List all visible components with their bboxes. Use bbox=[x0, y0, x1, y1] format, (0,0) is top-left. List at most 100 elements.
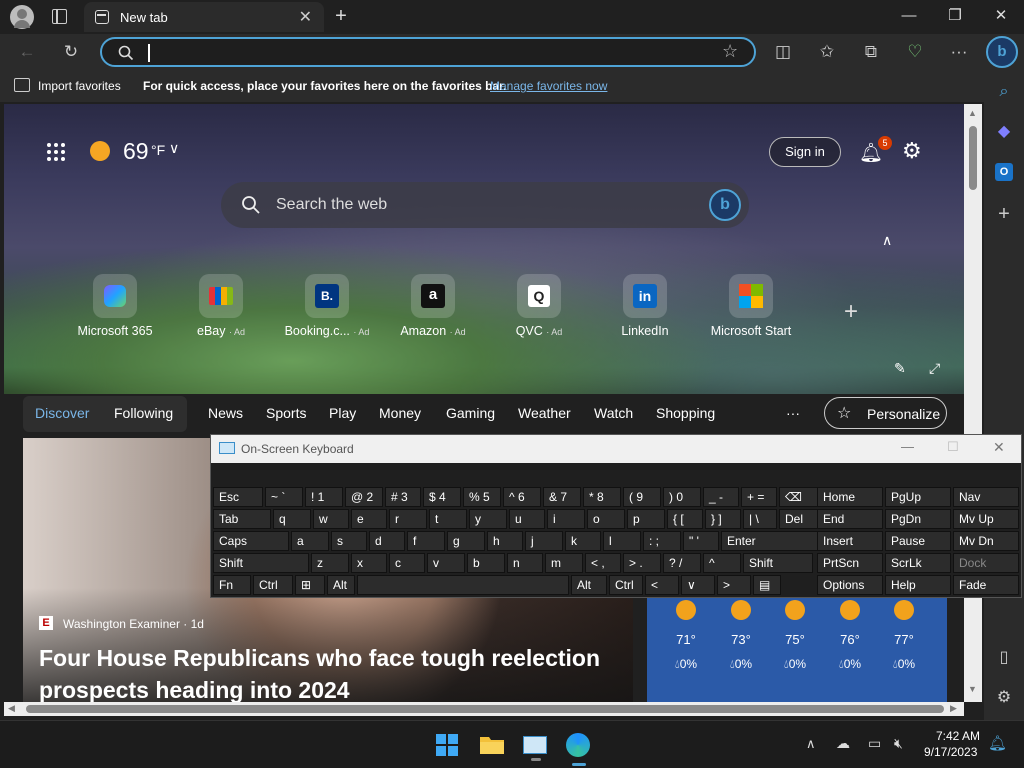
osk-key[interactable]: e bbox=[351, 509, 387, 529]
osk-key[interactable]: _ - bbox=[703, 487, 739, 507]
osk-key[interactable]: w bbox=[313, 509, 349, 529]
quick-link-amazon[interactable]: a Amazon · Ad bbox=[388, 274, 478, 338]
osk-key[interactable]: + = bbox=[741, 487, 777, 507]
osk-key[interactable]: c bbox=[389, 553, 425, 573]
osk-key[interactable]: ▤ bbox=[753, 575, 781, 595]
osk-key[interactable]: j bbox=[525, 531, 563, 551]
osk-key[interactable]: y bbox=[469, 509, 507, 529]
osk-key[interactable]: ^ 6 bbox=[503, 487, 541, 507]
sidebar-settings-icon[interactable]: ⚙ bbox=[992, 686, 1016, 710]
app-launcher-icon[interactable] bbox=[46, 142, 66, 162]
minimize-button[interactable]: — bbox=[898, 6, 920, 26]
quick-link-microsoft-365[interactable]: Microsoft 365 bbox=[70, 274, 160, 338]
quick-link-ebay[interactable]: eBay · Ad bbox=[176, 274, 266, 338]
osk-key[interactable]: Fn bbox=[213, 575, 251, 595]
web-search-box[interactable]: Search the web b bbox=[221, 182, 749, 228]
osk-nav-key[interactable]: Mv Dn bbox=[953, 531, 1019, 551]
osk-key[interactable]: ^ bbox=[703, 553, 741, 573]
quick-link-linkedin[interactable]: in LinkedIn bbox=[600, 274, 690, 338]
sign-in-button[interactable]: Sign in bbox=[769, 137, 841, 167]
scroll-down-icon[interactable]: ▼ bbox=[968, 684, 977, 694]
new-tab-button[interactable]: + bbox=[330, 6, 352, 26]
osk-key[interactable]: o bbox=[587, 509, 625, 529]
nav-shopping[interactable]: Shopping bbox=[656, 405, 715, 421]
osk-key[interactable]: < , bbox=[585, 553, 621, 573]
osk-minimize-button[interactable]: — bbox=[901, 439, 914, 454]
osk-nav-key[interactable]: PrtScn bbox=[817, 553, 883, 573]
osk-key[interactable]: Tab bbox=[213, 509, 271, 529]
osk-key[interactable]: Alt bbox=[327, 575, 355, 595]
nav-gaming[interactable]: Gaming bbox=[446, 405, 495, 421]
start-windows-icon[interactable] bbox=[435, 733, 461, 757]
notification-center-bell-icon[interactable]: 🔔︎ bbox=[988, 734, 1007, 752]
osk-key[interactable]: " ' bbox=[683, 531, 719, 551]
show-hidden-icons-icon[interactable]: ∧ bbox=[806, 736, 816, 752]
osk-maximize-button[interactable]: ☐ bbox=[947, 439, 959, 455]
osk-key[interactable]: m bbox=[545, 553, 583, 573]
osk-key[interactable]: # 3 bbox=[385, 487, 421, 507]
volume-muted-icon[interactable]: 🔇︎ bbox=[894, 735, 903, 752]
osk-key[interactable]: > . bbox=[623, 553, 661, 573]
onedrive-icon[interactable]: ☁ bbox=[836, 735, 850, 752]
osk-nav-key[interactable]: Help bbox=[885, 575, 951, 595]
collapse-chevron-up-icon[interactable]: ∧ bbox=[882, 232, 892, 249]
bing-chat-icon[interactable]: b bbox=[709, 189, 741, 221]
osk-key[interactable]: h bbox=[487, 531, 523, 551]
more-nav-icon[interactable]: ··· bbox=[786, 405, 800, 421]
tab-new-tab[interactable]: New tab ✕ bbox=[84, 2, 324, 32]
scroll-left-icon[interactable]: ◀ bbox=[8, 703, 15, 714]
osk-key[interactable]: d bbox=[369, 531, 405, 551]
close-window-button[interactable]: ✕ bbox=[990, 6, 1012, 26]
bing-copilot-icon[interactable]: b bbox=[986, 36, 1018, 68]
osk-key[interactable]: ⊞ bbox=[295, 575, 325, 595]
osk-key[interactable]: > bbox=[717, 575, 751, 595]
osk-key[interactable]: k bbox=[565, 531, 601, 551]
nav-money[interactable]: Money bbox=[379, 405, 421, 421]
osk-key[interactable]: q bbox=[273, 509, 311, 529]
scroll-up-icon[interactable]: ▲ bbox=[968, 108, 977, 118]
osk-nav-key[interactable]: Mv Up bbox=[953, 509, 1019, 529]
osk-key[interactable]: b bbox=[467, 553, 505, 573]
profile-avatar-icon[interactable] bbox=[10, 5, 34, 29]
add-sidebar-app-icon[interactable]: + bbox=[992, 202, 1016, 226]
tab-actions-icon[interactable] bbox=[52, 9, 67, 24]
vertical-scrollbar[interactable]: ▲ ▼ bbox=[964, 104, 982, 702]
osk-key[interactable]: % 5 bbox=[463, 487, 501, 507]
osk-key[interactable]: ∨ bbox=[681, 575, 715, 595]
osk-key[interactable]: Caps bbox=[213, 531, 289, 551]
osk-key[interactable]: | \ bbox=[743, 509, 777, 529]
quick-link-qvc[interactable]: Q QVC · Ad bbox=[494, 274, 584, 338]
osk-key[interactable]: ! 1 bbox=[305, 487, 343, 507]
weather-temp[interactable]: 69 bbox=[123, 138, 149, 165]
osk-key[interactable]: z bbox=[311, 553, 349, 573]
page-settings-gear-icon[interactable]: ⚙ bbox=[902, 138, 922, 164]
outlook-icon[interactable]: O bbox=[992, 160, 1016, 184]
expand-icon[interactable]: ⤢ bbox=[929, 360, 940, 377]
osk-key[interactable]: $ 4 bbox=[423, 487, 461, 507]
osk-key[interactable] bbox=[357, 575, 569, 595]
osk-title-bar[interactable]: On-Screen Keyboard — ☐ ✕ bbox=[211, 435, 1021, 463]
add-quick-link-icon[interactable]: + bbox=[844, 298, 858, 326]
on-screen-keyboard-taskbar-icon[interactable] bbox=[523, 733, 549, 761]
osk-key[interactable]: ) 0 bbox=[663, 487, 701, 507]
collections-icon[interactable]: ⧉ bbox=[860, 41, 882, 63]
osk-nav-key[interactable]: Nav bbox=[953, 487, 1019, 507]
network-icon[interactable]: ▭ bbox=[868, 735, 881, 752]
osk-key[interactable]: g bbox=[447, 531, 485, 551]
osk-key[interactable]: Shift bbox=[743, 553, 813, 573]
add-favorite-star-icon[interactable]: ☆ bbox=[722, 41, 738, 62]
osk-key[interactable]: Enter bbox=[721, 531, 819, 551]
osk-key[interactable]: f bbox=[407, 531, 445, 551]
osk-key[interactable]: a bbox=[291, 531, 329, 551]
osk-nav-key[interactable]: Fade bbox=[953, 575, 1019, 595]
personalize-button[interactable]: ☆ Personalize bbox=[824, 397, 947, 429]
osk-nav-key[interactable]: Dock bbox=[953, 553, 1019, 573]
edit-background-icon[interactable]: ✎ bbox=[894, 360, 906, 377]
osk-key[interactable]: Shift bbox=[213, 553, 309, 573]
nav-sports[interactable]: Sports bbox=[266, 405, 306, 421]
nav-news[interactable]: News bbox=[208, 405, 243, 421]
sidebar-search-icon[interactable]: ⌕ bbox=[992, 80, 1016, 104]
close-tab-icon[interactable]: ✕ bbox=[299, 7, 312, 27]
osk-key[interactable]: l bbox=[603, 531, 641, 551]
osk-key[interactable]: Ctrl bbox=[253, 575, 293, 595]
